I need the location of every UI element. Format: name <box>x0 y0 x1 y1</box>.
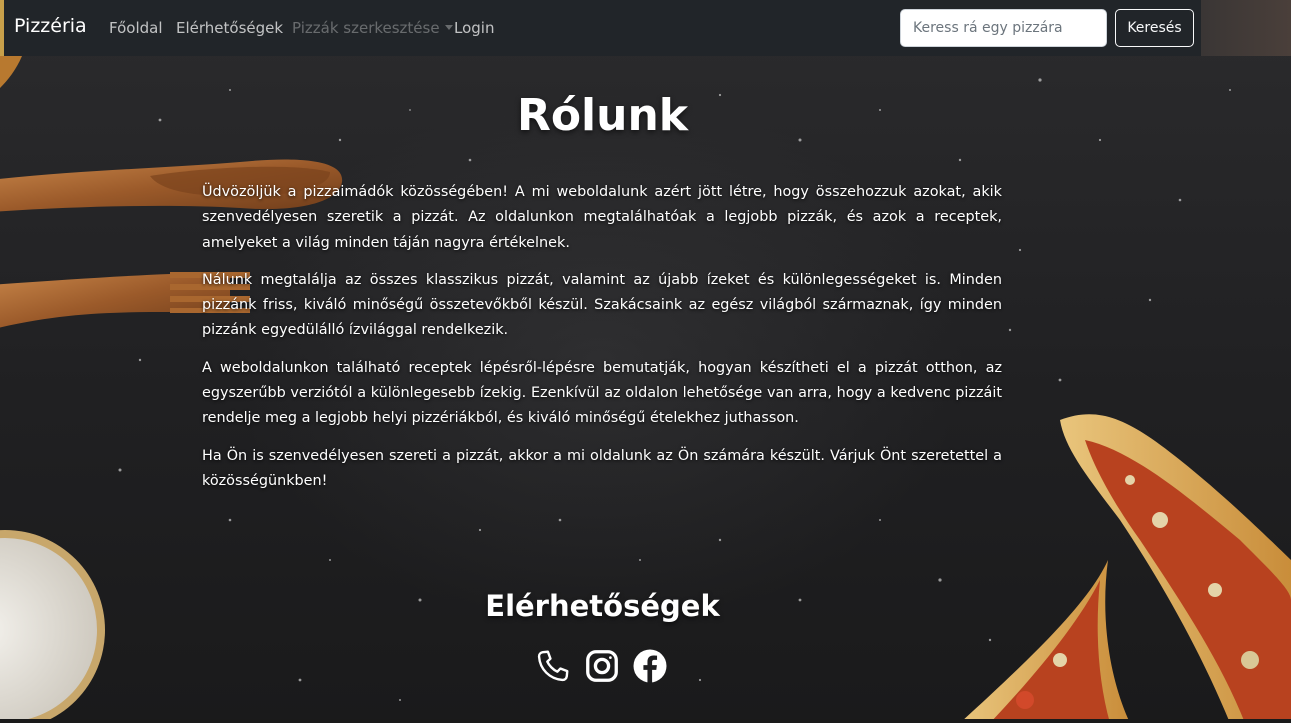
search-input[interactable] <box>900 9 1107 47</box>
navbar-brand[interactable]: Pizzéria <box>14 15 87 37</box>
navbar: Pizzéria Főoldal Elérhetőségek Pizzák sz… <box>0 0 1201 56</box>
nav-link-contacts[interactable]: Elérhetőségek <box>176 19 283 37</box>
bottom-edge <box>0 719 1291 723</box>
search-button[interactable]: Keresés <box>1115 9 1194 47</box>
about-paragraph: Nálunk megtalálja az összes klasszikus p… <box>202 271 1002 339</box>
contact-icons <box>535 648 675 686</box>
nav-link-login[interactable]: Login <box>454 19 494 37</box>
about-text: Üdvözöljük a pizzaimádók közösségében! A… <box>202 180 1002 506</box>
page-title: Rólunk <box>516 90 689 141</box>
wood-corner <box>0 56 22 88</box>
caret-down-icon <box>444 25 453 30</box>
flour-bowl <box>0 530 105 723</box>
about-paragraph: A weboldalunkon található receptek lépés… <box>202 359 1002 427</box>
navbar-right-background <box>1201 0 1291 56</box>
facebook-icon[interactable] <box>632 648 668 684</box>
nav-link-home[interactable]: Főoldal <box>109 19 163 37</box>
contact-title: Elérhetőségek <box>485 589 720 623</box>
nav-dropdown-label: Pizzák szerkesztése <box>292 19 440 37</box>
instagram-icon[interactable] <box>584 648 620 684</box>
nav-dropdown-edit-pizzas[interactable]: Pizzák szerkesztése <box>292 19 453 37</box>
about-paragraph: Ha Ön is szenvedélyesen szereti a pizzát… <box>202 447 1002 489</box>
about-paragraph: Üdvözöljük a pizzaimádók közösségében! A… <box>202 184 1002 251</box>
pizza-slices <box>960 414 1291 723</box>
phone-icon[interactable] <box>535 648 571 684</box>
